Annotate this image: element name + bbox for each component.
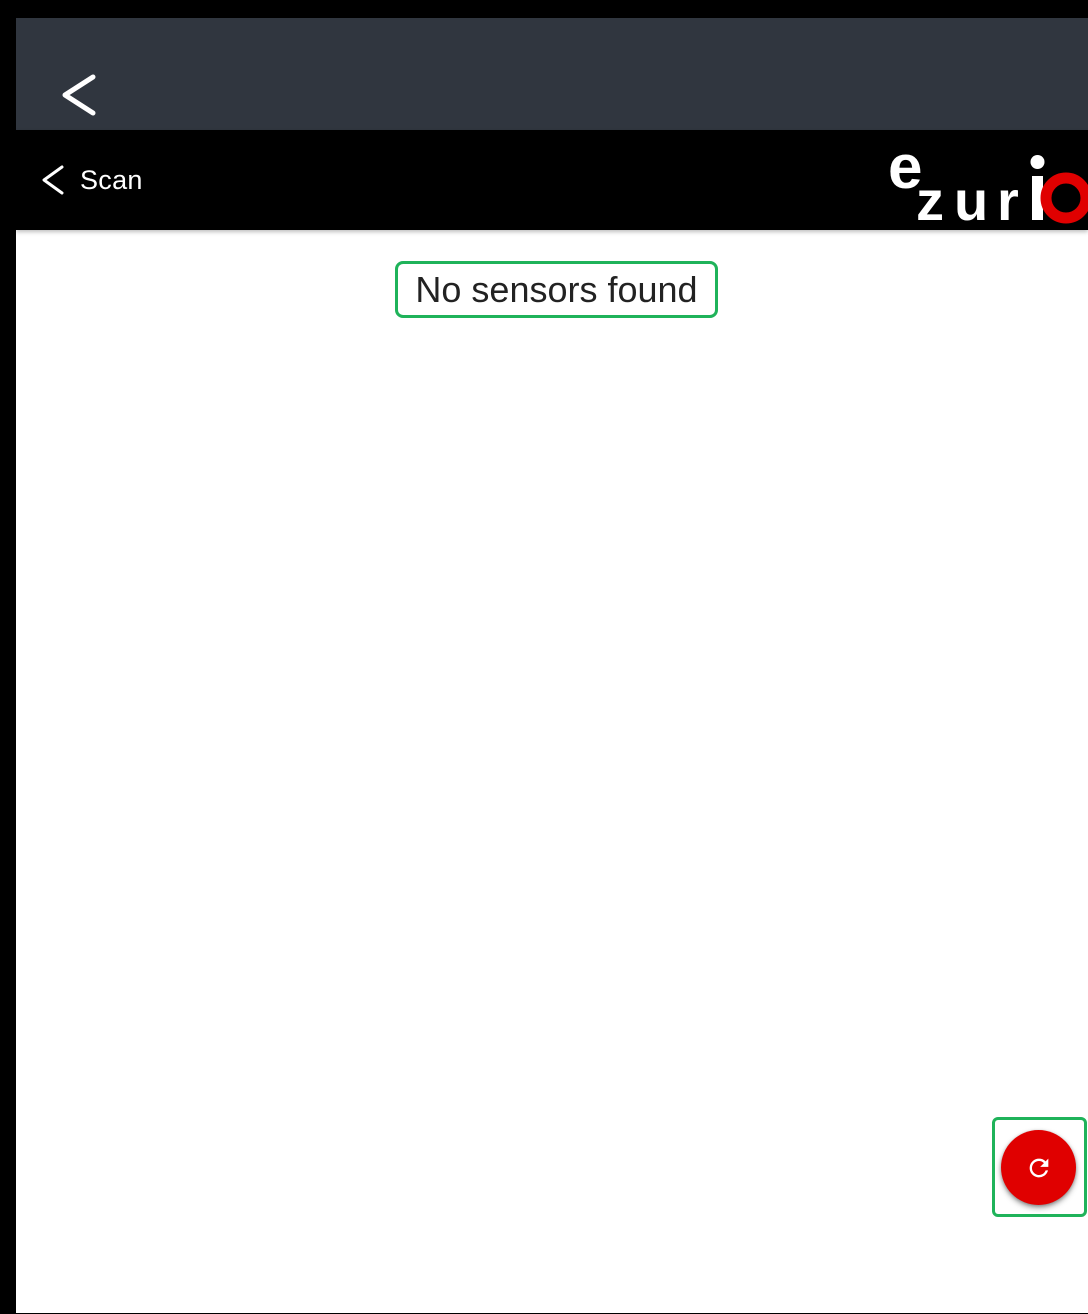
svg-text:z: z [916, 169, 944, 226]
top-back-button[interactable] [54, 70, 104, 120]
navigation-bar: Scan e z u r [16, 130, 1088, 230]
top-bar [16, 18, 1088, 130]
svg-text:u: u [954, 169, 988, 226]
no-sensors-message: No sensors found [395, 261, 718, 318]
back-to-scan-button[interactable]: Scan [40, 156, 143, 204]
ezurio-logo: e z u r [886, 142, 1088, 226]
app-screen: Scan e z u r No sensors found [16, 18, 1088, 1313]
chevron-left-icon [62, 74, 96, 116]
refresh-icon [1029, 1158, 1048, 1177]
device-frame: Scan e z u r No sensors found [0, 0, 1088, 1314]
svg-text:r: r [997, 169, 1019, 226]
chevron-left-icon [42, 165, 64, 195]
back-label: Scan [80, 164, 143, 195]
refresh-button[interactable] [1001, 1130, 1076, 1205]
